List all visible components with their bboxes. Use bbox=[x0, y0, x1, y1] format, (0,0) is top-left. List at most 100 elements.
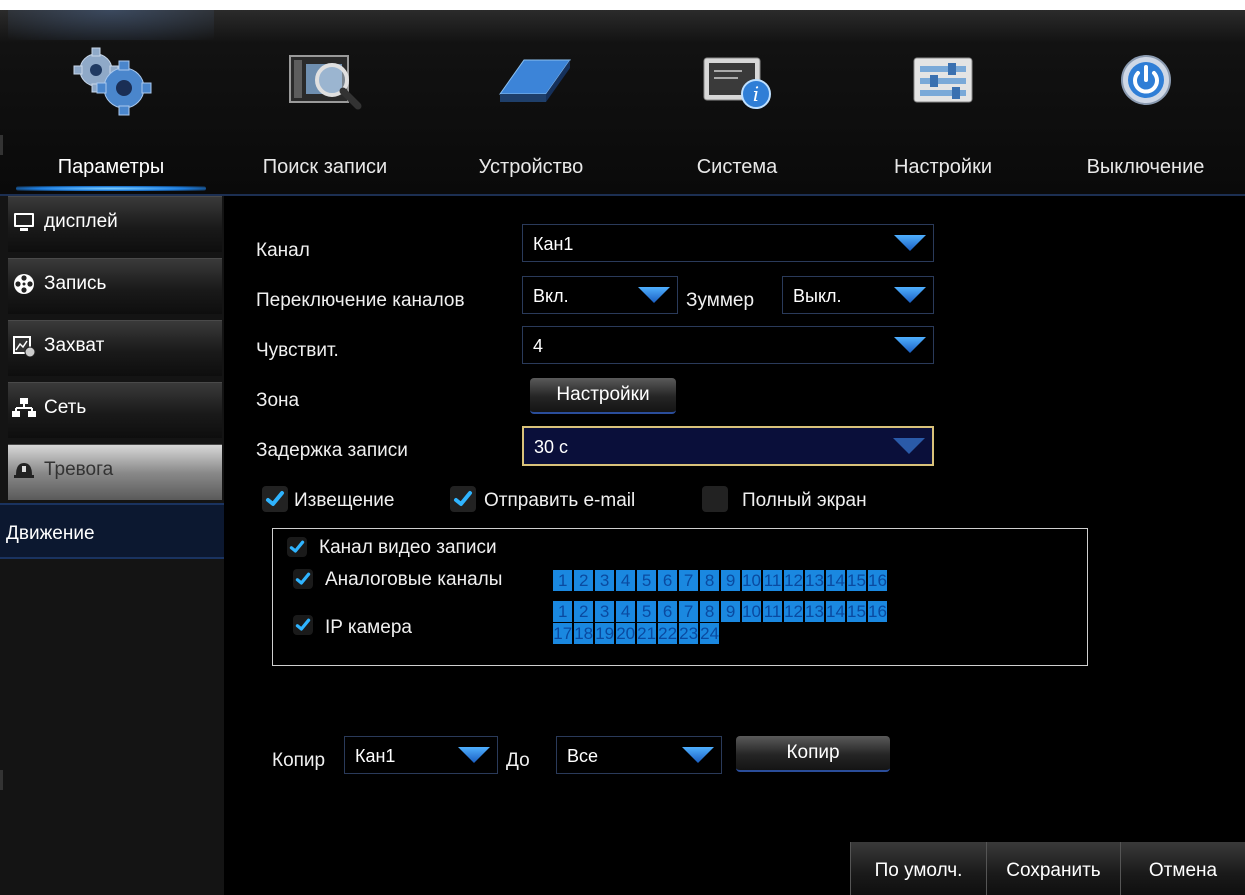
tab-label: Выключение bbox=[1086, 156, 1205, 178]
channel-cell[interactable]: 24 bbox=[699, 623, 720, 644]
channel-cell[interactable]: 5 bbox=[636, 570, 657, 591]
copy-to-select[interactable]: Все bbox=[556, 736, 722, 774]
copy-to-value: Все bbox=[567, 746, 599, 766]
record-delay-value: 30 с bbox=[534, 437, 569, 457]
tab-settings[interactable]: Настройки bbox=[840, 10, 1046, 195]
channel-cell[interactable]: 13 bbox=[804, 570, 825, 591]
chevron-down-icon[interactable] bbox=[678, 742, 718, 768]
copy-button[interactable]: Копир bbox=[736, 736, 890, 772]
send-email-checkbox[interactable] bbox=[450, 486, 476, 512]
channel-cell[interactable]: 12 bbox=[783, 570, 804, 591]
channel-switch-label: Переключение каналов bbox=[256, 290, 465, 311]
channel-cell[interactable]: 11 bbox=[762, 601, 783, 622]
channel-cell[interactable]: 11 bbox=[762, 570, 783, 591]
channel-cell[interactable]: 16 bbox=[867, 601, 888, 622]
channel-cell[interactable]: 15 bbox=[846, 601, 867, 622]
main-menu-bar: Параметры Поиск записи Устройство i Сист… bbox=[0, 10, 1245, 195]
channel-cell[interactable]: 6 bbox=[657, 601, 678, 622]
checkmark-icon bbox=[266, 491, 284, 506]
chevron-down-icon[interactable] bbox=[890, 282, 930, 308]
fullscreen-checkbox[interactable] bbox=[702, 486, 728, 512]
channel-cell[interactable]: 4 bbox=[615, 601, 636, 622]
channel-cell[interactable]: 10 bbox=[741, 601, 762, 622]
channel-cell[interactable]: 1 bbox=[553, 570, 573, 591]
channel-cell[interactable]: 22 bbox=[657, 623, 678, 644]
tab-label: Система bbox=[696, 156, 778, 178]
film-reel-icon bbox=[14, 274, 34, 294]
sidebar-item-network[interactable]: Сеть bbox=[8, 382, 222, 438]
tab-label: Поиск записи bbox=[262, 156, 388, 178]
chevron-down-icon[interactable] bbox=[890, 332, 930, 358]
channel-cell[interactable]: 4 bbox=[615, 570, 636, 591]
channel-cell[interactable]: 16 bbox=[867, 570, 888, 591]
buzzer-select[interactable]: Выкл. bbox=[782, 276, 934, 314]
channel-cell[interactable]: 13 bbox=[804, 601, 825, 622]
sidebar-item-display[interactable]: дисплей bbox=[8, 196, 222, 252]
channel-cell[interactable]: 9 bbox=[720, 601, 741, 622]
notify-label: Извещение bbox=[294, 490, 395, 511]
sidebar-item-alarm[interactable]: Тревога bbox=[8, 444, 222, 500]
channel-cell[interactable]: 7 bbox=[678, 570, 699, 591]
chevron-down-icon[interactable] bbox=[634, 282, 674, 308]
ip-channel-grid: 1 2 3 4 5 6 7 8 9 10 11 12 13 14 15 16 17 18 19 20 21 22 23 24 bbox=[553, 601, 893, 645]
channel-cell[interactable]: 10 bbox=[741, 570, 762, 591]
sidebar-item-record[interactable]: Запись bbox=[8, 258, 222, 314]
channel-cell[interactable]: 19 bbox=[594, 623, 615, 644]
channel-cell[interactable]: 6 bbox=[657, 570, 678, 591]
channel-cell[interactable]: 2 bbox=[573, 570, 594, 591]
channel-cell[interactable]: 3 bbox=[594, 570, 615, 591]
channel-cell[interactable]: 9 bbox=[720, 570, 741, 591]
tab-parameters[interactable]: Параметры bbox=[0, 10, 222, 195]
channel-cell[interactable]: 18 bbox=[573, 623, 594, 644]
channel-cell[interactable]: 14 bbox=[825, 570, 846, 591]
cancel-button[interactable]: Отмена bbox=[1120, 842, 1245, 895]
channel-cell[interactable]: 8 bbox=[699, 601, 720, 622]
channel-select[interactable]: Кан1 bbox=[522, 224, 934, 262]
channel-cell[interactable]: 14 bbox=[825, 601, 846, 622]
sidebar-subitem-motion[interactable]: Движение bbox=[0, 503, 224, 559]
tab-system[interactable]: i Система bbox=[634, 10, 840, 195]
channel-cell[interactable]: 5 bbox=[636, 601, 657, 622]
channel-cell[interactable]: 3 bbox=[594, 601, 615, 622]
save-button[interactable]: Сохранить bbox=[986, 842, 1120, 895]
edge-marker bbox=[0, 135, 3, 155]
tab-label: Устройство bbox=[478, 156, 584, 178]
tab-shutdown[interactable]: Выключение bbox=[1046, 10, 1245, 195]
sensitivity-label: Чувствит. bbox=[256, 340, 339, 361]
sidebar-item-capture[interactable]: Захват bbox=[8, 320, 222, 376]
chevron-down-icon[interactable] bbox=[889, 433, 929, 459]
channel-cell[interactable]: 12 bbox=[783, 601, 804, 622]
channel-cell[interactable]: 1 bbox=[553, 601, 573, 622]
sidebar-item-label: Сеть bbox=[44, 397, 87, 418]
channel-cell[interactable]: 21 bbox=[636, 623, 657, 644]
ip-camera-checkbox[interactable] bbox=[293, 615, 313, 635]
analog-channel-grid: 1 2 3 4 5 6 7 8 9 10 11 12 13 14 15 16 bbox=[553, 570, 893, 592]
copy-label: Копир bbox=[272, 750, 326, 771]
chevron-down-icon[interactable] bbox=[454, 742, 494, 768]
channel-cell[interactable]: 2 bbox=[573, 601, 594, 622]
buzzer-label: Зуммер bbox=[686, 290, 755, 311]
channel-cell[interactable]: 8 bbox=[699, 570, 720, 591]
tab-device[interactable]: Устройство bbox=[428, 10, 634, 195]
channel-cell[interactable]: 7 bbox=[678, 601, 699, 622]
record-channels-group: Канал видео записи Аналоговые каналы 123… bbox=[272, 528, 1088, 666]
sliders-icon bbox=[913, 57, 973, 103]
chevron-down-icon[interactable] bbox=[890, 230, 930, 256]
tab-record-search[interactable]: Поиск записи bbox=[222, 10, 428, 195]
sensitivity-select[interactable]: 4 bbox=[522, 326, 934, 364]
channel-label: Канал bbox=[256, 240, 310, 261]
copy-from-select[interactable]: Кан1 bbox=[344, 736, 498, 774]
analog-channels-checkbox[interactable] bbox=[293, 569, 313, 589]
record-channel-checkbox[interactable] bbox=[287, 537, 307, 557]
default-button[interactable]: По умолч. bbox=[850, 842, 986, 895]
channel-switch-select[interactable]: Вкл. bbox=[522, 276, 678, 314]
channel-cell[interactable]: 20 bbox=[615, 623, 636, 644]
fullscreen-label: Полный экран bbox=[742, 490, 867, 511]
channel-cell[interactable]: 23 bbox=[678, 623, 699, 644]
sensitivity-value: 4 bbox=[533, 336, 544, 356]
notify-checkbox[interactable] bbox=[262, 486, 288, 512]
record-delay-select[interactable]: 30 с bbox=[522, 426, 934, 466]
channel-cell[interactable]: 17 bbox=[553, 623, 573, 644]
channel-cell[interactable]: 15 bbox=[846, 570, 867, 591]
zone-settings-button[interactable]: Настройки bbox=[530, 378, 676, 414]
